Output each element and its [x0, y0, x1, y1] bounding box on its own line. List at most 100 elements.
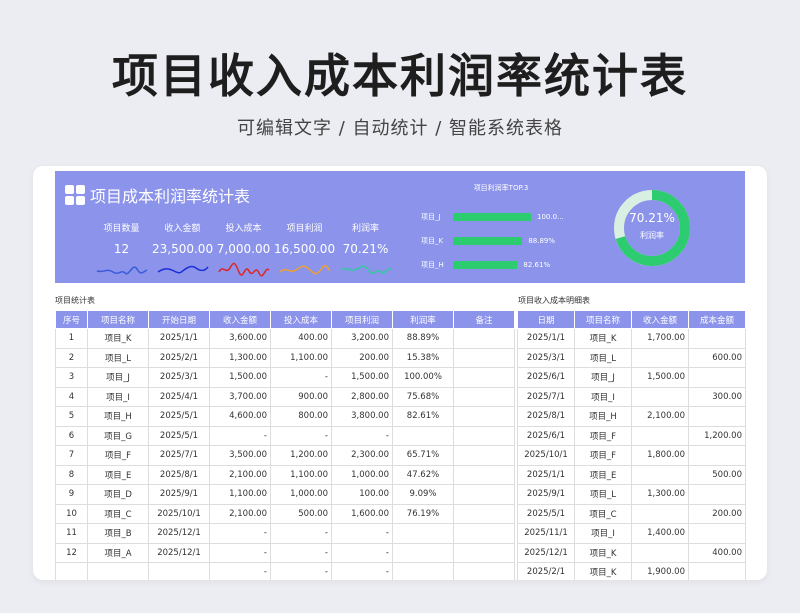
table-cell: 800.00 [270, 406, 332, 427]
detail-table-title: 项目收入成本明细表 [518, 296, 590, 305]
table-cell [453, 523, 515, 544]
top3-name: 项目_K [421, 237, 444, 245]
table-cell: 1,000.00 [331, 464, 393, 485]
top3-bar [453, 261, 518, 269]
table-row: 10 项目_C 2025/10/1 2,100.00 500.00 1,600.00 76.… [55, 503, 515, 524]
table-cell: 1,300.00 [209, 347, 271, 368]
table-cell: 100.00 [331, 484, 393, 505]
table-cell: 项目_K [574, 328, 632, 349]
table-cell [392, 562, 454, 580]
table-row: 2 项目_L 2025/2/1 1,300.00 1,100.00 200.00 15.38… [55, 347, 515, 368]
table-cell: 65.71% [392, 445, 454, 466]
donut-value: 70.21% [629, 211, 675, 225]
table-cell: 项目_E [87, 464, 149, 485]
table-cell: 2025/4/1 [148, 386, 210, 407]
table-cell: 2025/8/1 [148, 464, 210, 485]
dashboard-card: 项目成本利润率统计表 项目数量 12 收入金额 23,500.00 投入成本 7… [33, 166, 767, 580]
table-row: 2025/5/1 项目_C 200.00 [517, 503, 746, 524]
table-cell: 1,300.00 [631, 484, 689, 505]
table-cell: 9 [55, 484, 88, 505]
kpi-label: 项目利润 [286, 224, 323, 234]
top3-name: 项目_J [421, 213, 441, 221]
table-cell: 2025/6/1 [517, 367, 575, 388]
table-cell [453, 562, 515, 580]
table-row: 1 项目_K 2025/1/1 3,600.00 400.00 3,200.00 88.89… [55, 328, 515, 349]
table-row: 9 项目_D 2025/9/1 1,100.00 1,000.00 100.00 9.09% [55, 484, 515, 505]
table-cell [55, 562, 88, 580]
table-cell: 3,800.00 [331, 406, 393, 427]
table-cell: 2025/1/1 [517, 464, 575, 485]
kpi-value: 7,000.00 [216, 242, 271, 256]
table-cell: 500.00 [688, 464, 746, 485]
table-cell: 400.00 [688, 542, 746, 563]
table-cell [631, 464, 689, 485]
table-cell: 2025/10/1 [148, 503, 210, 524]
table-cell: 200.00 [688, 503, 746, 524]
table-cell: 82.61% [392, 406, 454, 427]
kpi-group: 项目数量 12 收入金额 23,500.00 投入成本 7,000.00 项目利… [91, 221, 396, 278]
sparkline-icon [340, 265, 391, 274]
kpi-profit: 项目利润 16,500.00 [274, 221, 335, 278]
kpi-label: 收入金额 [164, 224, 201, 234]
kpi-project-count: 项目数量 12 [91, 221, 152, 278]
top3-name: 项目_H [421, 261, 444, 269]
table-cell: 2,300.00 [331, 445, 393, 466]
table-cell: 300.00 [688, 386, 746, 407]
table-cell: - [270, 562, 332, 580]
income-cost-detail-table: 日期 项目名称 收入金额 成本金额 2025/1/1 项目_K 1,700.00 2025/… [517, 310, 746, 580]
top3-row: 项目_K 88.89% [421, 229, 581, 253]
column-header: 利润率 [392, 310, 454, 329]
sparkline-icon [157, 265, 209, 274]
table-cell: 75.68% [392, 386, 454, 407]
table-cell: 1,700.00 [631, 328, 689, 349]
table-cell [453, 328, 515, 349]
table-cell [453, 367, 515, 388]
table-row: 2025/1/1 项目_K 1,700.00 [517, 328, 746, 349]
table-cell: 6 [55, 425, 88, 446]
table-row: 6 项目_G 2025/5/1- - - [55, 425, 515, 446]
top3-value: 88.89% [528, 237, 556, 245]
table-row: 2025/6/1 项目_F 1,200.00 [517, 425, 746, 446]
table-cell: 项目_H [574, 406, 632, 427]
table-cell: 1,100.00 [270, 464, 332, 485]
table-cell: 3,200.00 [331, 328, 393, 349]
table-cell: 900.00 [270, 386, 332, 407]
table-row: 2025/11/1 项目_I 1,400.00 [517, 523, 746, 544]
profit-margin-donut: 70.21% 利润率 [611, 187, 693, 269]
table-cell: 2025/1/1 [517, 328, 575, 349]
table-cell: 项目_J [87, 367, 149, 388]
table-cell: 项目_B [87, 523, 149, 544]
table-cell [631, 503, 689, 524]
sparkline-icon [96, 266, 147, 275]
table-cell [453, 464, 515, 485]
table-cell [631, 386, 689, 407]
table-cell: 2 [55, 347, 88, 368]
table-cell: 项目_I [574, 523, 632, 544]
table-cell: 项目_F [574, 425, 632, 446]
table-cell: 2025/5/1 [148, 406, 210, 427]
table-cell: 项目_K [574, 542, 632, 563]
table-cell [688, 445, 746, 466]
table-cell: 1,500.00 [209, 367, 271, 388]
table-cell: 项目_A [87, 542, 149, 563]
table-cell: 1,900.00 [631, 562, 689, 580]
table-cell: 3 [55, 367, 88, 388]
table-cell: 2025/9/1 [148, 484, 210, 505]
table-cell: - [331, 523, 393, 544]
kpi-label: 项目数量 [103, 224, 140, 234]
banner-header: 项目成本利润率统计表 [65, 183, 250, 207]
table-cell: 2025/12/1 [148, 523, 210, 544]
table-cell [688, 484, 746, 505]
table-row: 2025/9/1 项目_L 1,300.00 [517, 484, 746, 505]
table-cell: 2025/2/1 [148, 347, 210, 368]
table-cell: 4,600.00 [209, 406, 271, 427]
table-cell: 2025/2/1 [517, 562, 575, 580]
table-cell [631, 542, 689, 563]
grid-icon [65, 185, 85, 205]
table-cell: 47.62% [392, 464, 454, 485]
table-cell [453, 386, 515, 407]
table-cell [688, 562, 746, 580]
table-cell [631, 347, 689, 368]
table-row: 8 项目_E 2025/8/1 2,100.00 1,100.00 1,000.00 47.… [55, 464, 515, 485]
table-cell: 项目_F [87, 445, 149, 466]
